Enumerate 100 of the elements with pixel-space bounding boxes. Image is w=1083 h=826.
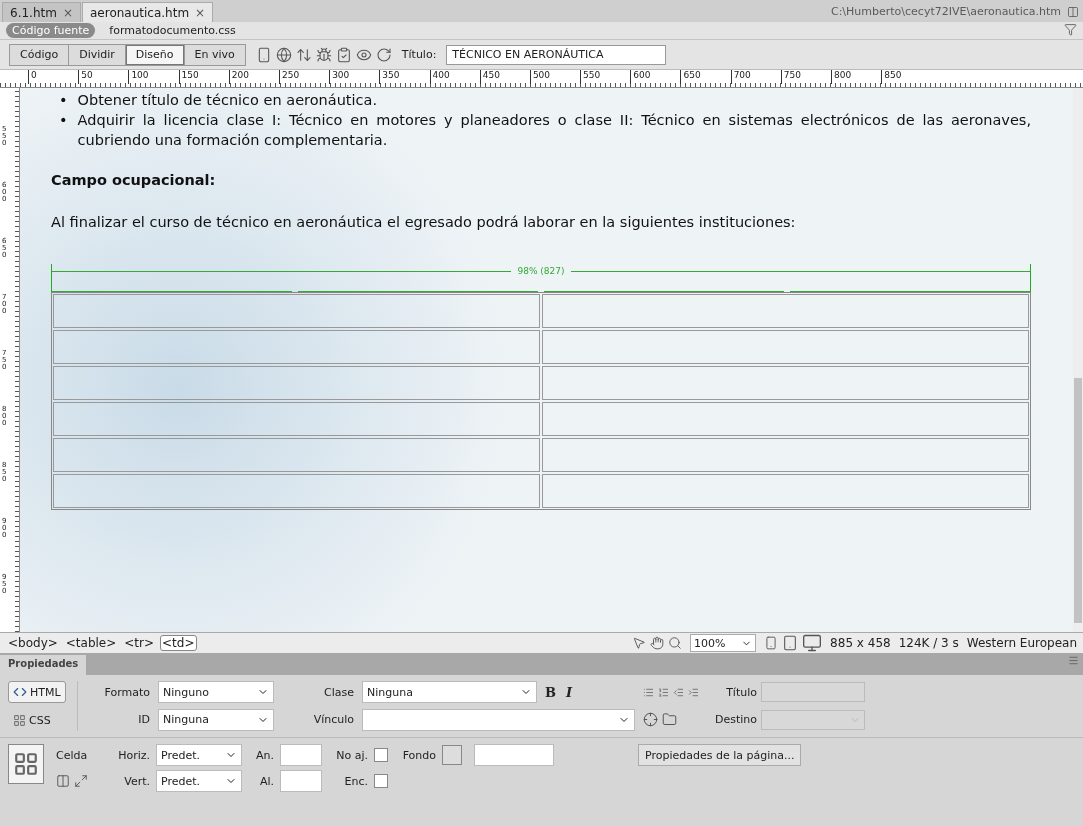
- ruler-label: 450: [479, 70, 530, 84]
- view-button[interactable]: En vivo: [183, 43, 246, 66]
- field-label: ID: [137, 713, 150, 727]
- list-item: Adquirir la licencia clase I: Técnico en motores y planeadores o clase II: Técnico en sistemas electrónicos de las aeronaves, cubriendo una formación complementaria.: [77, 111, 1031, 150]
- refresh-icon[interactable]: [375, 46, 392, 63]
- ruler-label: 50: [78, 70, 129, 84]
- field-label: Clase: [323, 685, 354, 699]
- zoom-dropdown[interactable]: 100%: [690, 634, 757, 652]
- ruler-label: 100: [128, 70, 179, 84]
- monitor-icon[interactable]: [802, 633, 823, 653]
- table-width-label: 98% (827): [517, 266, 565, 276]
- search-icon[interactable]: [668, 636, 683, 650]
- ruler-label: 150: [178, 70, 229, 84]
- field-label: Título: [725, 685, 757, 699]
- list-item: Obtener título de técnico en aeronáutica.: [77, 91, 379, 110]
- italic-button[interactable]: I: [566, 684, 573, 700]
- field-label: Vínculo: [312, 713, 354, 727]
- page-properties-button[interactable]: Propiedades de la página...: [638, 744, 802, 766]
- transfer-icon[interactable]: [295, 46, 312, 63]
- filter-icon[interactable]: [1064, 22, 1077, 36]
- paragraph: Al finalizar el curso de técnico en aeronáutica el egresado podrá laborar en la siguientes instituciones:: [51, 213, 797, 232]
- tag-selector-item[interactable]: <body>: [6, 635, 60, 651]
- dropdown[interactable]: Predet.: [156, 744, 242, 766]
- related-file[interactable]: formatodocumento.css: [103, 23, 242, 38]
- ruler-label: 850: [881, 70, 932, 84]
- link-field[interactable]: [362, 708, 635, 731]
- table-icon: [13, 751, 39, 777]
- field-label: An.: [255, 748, 274, 762]
- target-icon[interactable]: [643, 712, 658, 728]
- field-label: Destino: [713, 713, 757, 727]
- table-cell[interactable]: [542, 474, 1029, 508]
- table-cell[interactable]: [542, 330, 1029, 364]
- file-path: C:\Humberto\cecyt72IVE\aeronautica.htm: [830, 5, 1061, 18]
- ruler-label: 500: [529, 70, 581, 84]
- field-label: Vert.: [123, 774, 150, 788]
- phone-icon[interactable]: [764, 636, 779, 650]
- mode-button[interactable]: CSS: [8, 709, 66, 731]
- bug-icon[interactable]: [315, 46, 332, 63]
- globe-icon[interactable]: [275, 46, 292, 63]
- bullet-marker: •: [59, 111, 68, 130]
- tablet-icon[interactable]: [782, 635, 799, 651]
- panel-tab[interactable]: Propiedades: [0, 655, 87, 675]
- tag-selector-item[interactable]: <tr>: [122, 635, 157, 651]
- mode-button[interactable]: HTML: [8, 681, 66, 703]
- field-label: Fondo: [401, 748, 436, 762]
- table-cell[interactable]: [53, 474, 540, 508]
- ruler-label: 550: [580, 70, 631, 84]
- table-cell[interactable]: [542, 402, 1029, 436]
- hand-icon[interactable]: [650, 636, 665, 650]
- cell-label: Celda: [56, 748, 89, 762]
- window-size[interactable]: 885 x 458: [830, 636, 891, 650]
- dropdown[interactable]: Ninguna: [158, 708, 274, 731]
- close-button[interactable]: ×: [195, 5, 206, 20]
- dropdown[interactable]: Ninguno: [158, 681, 274, 704]
- ruler-label: 350: [379, 70, 430, 84]
- table-cell[interactable]: [53, 402, 540, 436]
- bold-button[interactable]: B: [545, 684, 556, 700]
- folder-icon[interactable]: [662, 712, 677, 728]
- title-field[interactable]: TÉCNICO EN AERONÁUTICA: [446, 44, 667, 65]
- ruler-label: 400: [429, 70, 480, 84]
- color-field[interactable]: [474, 744, 554, 766]
- color-picker[interactable]: [442, 745, 462, 765]
- table-cell[interactable]: [542, 438, 1029, 472]
- tab-label: 6.1.htm: [10, 5, 57, 20]
- checkbox[interactable]: [374, 748, 388, 762]
- width-field[interactable]: [280, 744, 322, 766]
- close-button[interactable]: ×: [62, 5, 73, 20]
- ruler-label: 650: [680, 70, 731, 84]
- tag-selector-item[interactable]: <table>: [63, 635, 119, 651]
- table-cell[interactable]: [53, 330, 540, 364]
- bullet-marker: •: [59, 91, 68, 110]
- view-button[interactable]: Código: [9, 43, 70, 66]
- document-tab[interactable]: 6.1.htm ×: [2, 2, 81, 22]
- height-field[interactable]: [280, 770, 322, 792]
- ruler-label: 800: [831, 70, 882, 84]
- checklist-icon[interactable]: [335, 46, 352, 63]
- grid-icon: [13, 713, 26, 727]
- ruler-label: 200: [228, 70, 279, 84]
- menu-icon[interactable]: [1068, 655, 1079, 666]
- table-cell[interactable]: [542, 294, 1029, 328]
- scrollbar[interactable]: [1073, 88, 1083, 632]
- view-button[interactable]: Diseño: [124, 43, 185, 66]
- table-cell[interactable]: [542, 366, 1029, 400]
- tag-selector-item[interactable]: <td>: [160, 635, 197, 651]
- table-cell[interactable]: [53, 294, 540, 328]
- table-cell[interactable]: [53, 366, 540, 400]
- pointer-icon[interactable]: [632, 636, 647, 650]
- field-label: Formato: [103, 685, 150, 699]
- encoding: Western European: [966, 636, 1077, 650]
- tab-label: aeronautica.htm: [89, 5, 190, 20]
- dropdown[interactable]: Ninguna: [362, 681, 537, 704]
- download-size: 124K / 3 s: [898, 636, 959, 650]
- document-tab[interactable]: aeronautica.htm ×: [81, 2, 214, 22]
- dropdown[interactable]: Predet.: [156, 770, 242, 792]
- ruler-label: 750: [780, 70, 831, 84]
- ruler-label: 600: [630, 70, 681, 84]
- view-button[interactable]: Dividir: [68, 43, 126, 66]
- ruler-label: 300: [329, 70, 380, 84]
- table-cell[interactable]: [53, 438, 540, 472]
- checkbox[interactable]: [374, 774, 388, 788]
